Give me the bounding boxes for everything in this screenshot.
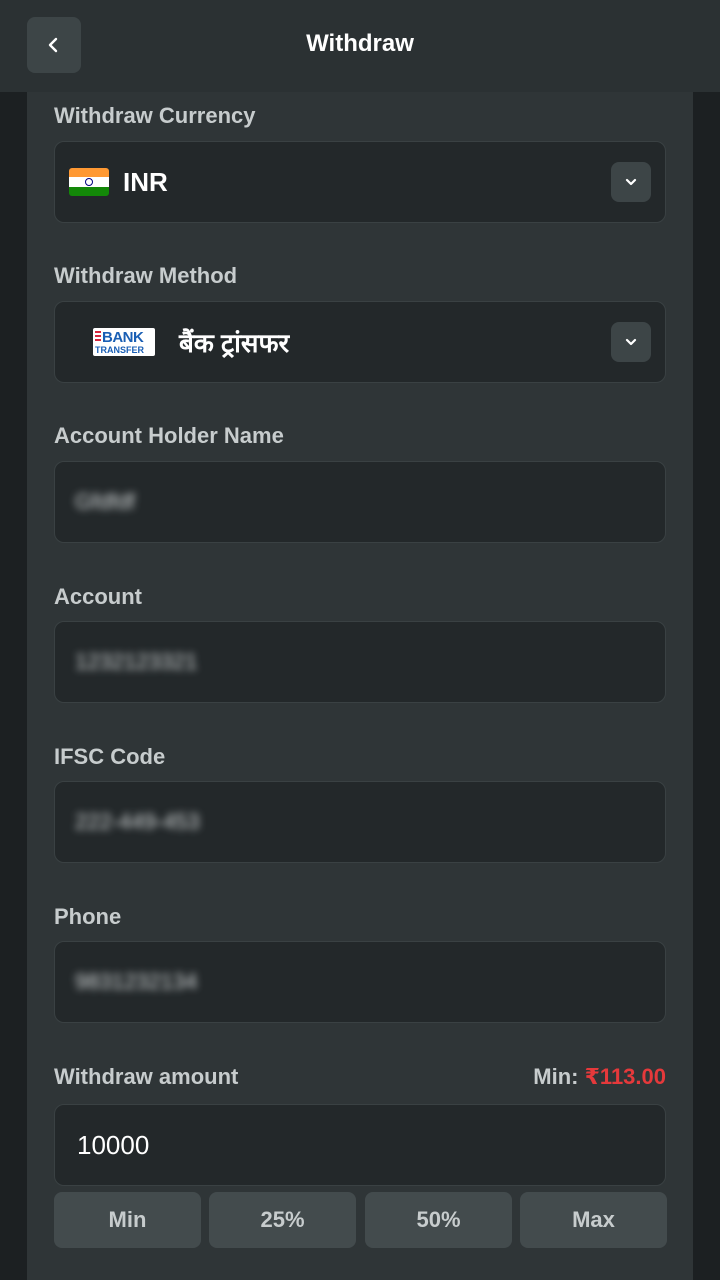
holder-name-value: Gfdfdf bbox=[75, 489, 135, 514]
amount-label: Withdraw amount bbox=[54, 1064, 239, 1089]
account-input[interactable]: 1232123321 bbox=[54, 621, 666, 703]
chevron-down-icon[interactable] bbox=[611, 322, 651, 362]
quick-25-button[interactable]: 25% bbox=[209, 1192, 356, 1248]
phone-input[interactable]: 9831232134 bbox=[54, 941, 666, 1023]
ifsc-value: 222-449-453 bbox=[75, 809, 200, 834]
currency-value: INR bbox=[123, 166, 168, 197]
method-label: Withdraw Method bbox=[54, 263, 238, 288]
ifsc-label: IFSC Code bbox=[54, 744, 166, 769]
quick-max-button[interactable]: Max bbox=[520, 1192, 667, 1248]
method-value: बैंक ट्रांसफर bbox=[179, 328, 290, 358]
quick-50-button[interactable]: 50% bbox=[365, 1192, 512, 1248]
bank-transfer-logo-icon: BANK TRANSFER bbox=[93, 328, 155, 356]
chevron-down-icon[interactable] bbox=[611, 162, 651, 202]
phone-value: 9831232134 bbox=[75, 969, 198, 994]
phone-label: Phone bbox=[54, 904, 122, 929]
currency-label: Withdraw Currency bbox=[54, 103, 256, 128]
amount-value: 10000 bbox=[77, 1129, 150, 1160]
method-select[interactable]: BANK TRANSFER बैंक ट्रांसफर bbox=[54, 301, 666, 383]
holder-name-input[interactable]: Gfdfdf bbox=[54, 461, 666, 543]
app-header: Withdraw bbox=[0, 0, 720, 92]
india-flag-icon bbox=[69, 168, 109, 196]
withdraw-form: Withdraw Currency INR Withdraw Method BA… bbox=[27, 92, 693, 1280]
amount-input[interactable]: 10000 bbox=[54, 1104, 666, 1186]
page-title: Withdraw bbox=[306, 30, 414, 57]
account-value: 1232123321 bbox=[75, 649, 198, 674]
account-label: Account bbox=[54, 584, 142, 609]
currency-select[interactable]: INR bbox=[54, 141, 666, 223]
min-amount-value: ₹113.00 bbox=[584, 1064, 666, 1089]
min-amount-label: Min: ₹113.00 bbox=[533, 1064, 666, 1089]
holder-label: Account Holder Name bbox=[54, 423, 284, 448]
ifsc-input[interactable]: 222-449-453 bbox=[54, 781, 666, 863]
quick-min-button[interactable]: Min bbox=[54, 1192, 201, 1248]
